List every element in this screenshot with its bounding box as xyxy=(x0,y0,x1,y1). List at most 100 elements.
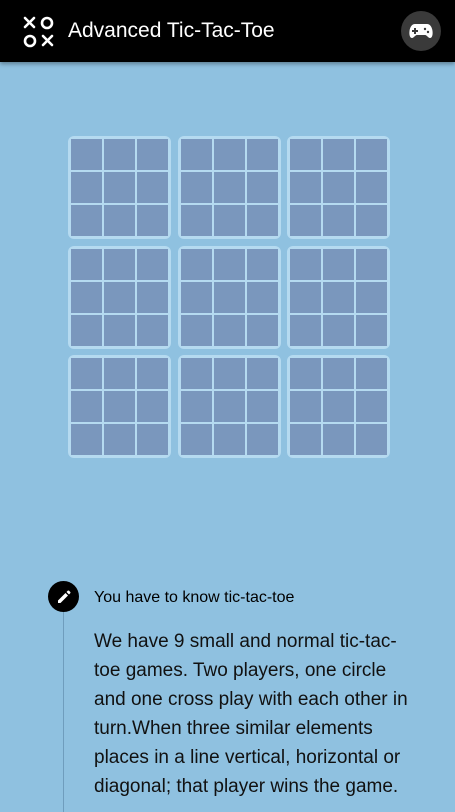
board-cell[interactable] xyxy=(213,391,245,422)
board-cell[interactable] xyxy=(104,172,135,203)
mini-board xyxy=(287,245,390,349)
board-cell[interactable] xyxy=(180,248,212,280)
rule-step-badge xyxy=(48,581,79,612)
board-cell[interactable] xyxy=(246,424,278,455)
board-cell[interactable] xyxy=(71,424,102,455)
board-cell[interactable] xyxy=(323,424,354,455)
board-cell[interactable] xyxy=(323,281,354,313)
board-cell[interactable] xyxy=(290,424,321,455)
board-cell[interactable] xyxy=(323,358,354,389)
board-cell[interactable] xyxy=(104,391,135,422)
board-cell[interactable] xyxy=(104,248,135,280)
board-cell[interactable] xyxy=(137,172,168,203)
board-cell[interactable] xyxy=(213,424,245,455)
board-cell[interactable] xyxy=(356,205,387,236)
mini-board xyxy=(68,355,171,458)
board-cell[interactable] xyxy=(180,139,212,170)
board-cell[interactable] xyxy=(180,424,212,455)
board-cell[interactable] xyxy=(137,358,168,389)
board-cell[interactable] xyxy=(213,314,245,346)
mini-board xyxy=(68,245,171,349)
board-cell[interactable] xyxy=(104,281,135,313)
app-bar: Advanced Tic-Tac-Toe xyxy=(0,0,455,62)
board-cell[interactable] xyxy=(71,358,102,389)
board-cell[interactable] xyxy=(323,248,354,280)
board-cell[interactable] xyxy=(71,281,102,313)
board-cell[interactable] xyxy=(71,248,102,280)
mini-board xyxy=(177,355,281,458)
board-cell[interactable] xyxy=(290,205,321,236)
board-cell[interactable] xyxy=(137,314,168,346)
board-cell[interactable] xyxy=(290,248,321,280)
board-cell[interactable] xyxy=(246,139,278,170)
board-cell[interactable] xyxy=(137,205,168,236)
mini-board xyxy=(177,245,281,349)
mini-board xyxy=(287,355,390,458)
game-menu-button[interactable] xyxy=(401,11,441,51)
board-cell[interactable] xyxy=(180,172,212,203)
board-cell[interactable] xyxy=(137,139,168,170)
mini-board xyxy=(177,136,281,239)
board-cell[interactable] xyxy=(104,205,135,236)
board-cell[interactable] xyxy=(323,205,354,236)
board-cell[interactable] xyxy=(356,139,387,170)
mini-board xyxy=(287,136,390,239)
board-cell[interactable] xyxy=(246,172,278,203)
board-cell[interactable] xyxy=(323,314,354,346)
board-cell[interactable] xyxy=(180,205,212,236)
board-cell[interactable] xyxy=(213,172,245,203)
board-cell[interactable] xyxy=(290,314,321,346)
board-cell[interactable] xyxy=(213,248,245,280)
board-cell[interactable] xyxy=(104,358,135,389)
xo-logo-icon xyxy=(23,16,54,48)
board-cell[interactable] xyxy=(356,314,387,346)
board-cell[interactable] xyxy=(104,139,135,170)
board-cell[interactable] xyxy=(180,358,212,389)
board-cell[interactable] xyxy=(213,281,245,313)
board-cell[interactable] xyxy=(71,205,102,236)
board-cell[interactable] xyxy=(71,172,102,203)
board-cell[interactable] xyxy=(290,139,321,170)
board-cell[interactable] xyxy=(246,281,278,313)
board-cell[interactable] xyxy=(213,205,245,236)
pencil-icon xyxy=(57,590,70,603)
board-cell[interactable] xyxy=(246,248,278,280)
board-cell[interactable] xyxy=(290,172,321,203)
board-cell[interactable] xyxy=(323,172,354,203)
board-cell[interactable] xyxy=(71,314,102,346)
board-cell[interactable] xyxy=(323,391,354,422)
board-cell[interactable] xyxy=(356,391,387,422)
board-cell[interactable] xyxy=(137,391,168,422)
board-cell[interactable] xyxy=(137,281,168,313)
board-cell[interactable] xyxy=(137,424,168,455)
board-cell[interactable] xyxy=(356,248,387,280)
board-cell[interactable] xyxy=(180,281,212,313)
mini-board xyxy=(68,136,171,239)
board-cell[interactable] xyxy=(356,358,387,389)
board-cell[interactable] xyxy=(104,314,135,346)
board-cell[interactable] xyxy=(104,424,135,455)
board-cell[interactable] xyxy=(246,314,278,346)
board-cell[interactable] xyxy=(356,424,387,455)
gamepad-icon xyxy=(409,24,433,38)
board-cell[interactable] xyxy=(290,358,321,389)
board-cell[interactable] xyxy=(290,281,321,313)
board-cell[interactable] xyxy=(323,139,354,170)
board-cell[interactable] xyxy=(71,139,102,170)
board-cell[interactable] xyxy=(137,248,168,280)
board-cell[interactable] xyxy=(71,391,102,422)
board-cell[interactable] xyxy=(246,358,278,389)
board-cell[interactable] xyxy=(246,205,278,236)
app-title: Advanced Tic-Tac-Toe xyxy=(68,19,275,42)
board-cell[interactable] xyxy=(356,172,387,203)
rule-description: We have 9 small and normal tic-tac-toe g… xyxy=(94,631,408,797)
step-connector-line xyxy=(63,612,64,812)
board-cell[interactable] xyxy=(180,391,212,422)
board-cell[interactable] xyxy=(180,314,212,346)
board-cell[interactable] xyxy=(246,391,278,422)
board-cell[interactable] xyxy=(213,139,245,170)
board-cell[interactable] xyxy=(290,391,321,422)
board-cell[interactable] xyxy=(356,281,387,313)
board-cell[interactable] xyxy=(213,358,245,389)
game-board xyxy=(68,136,390,458)
